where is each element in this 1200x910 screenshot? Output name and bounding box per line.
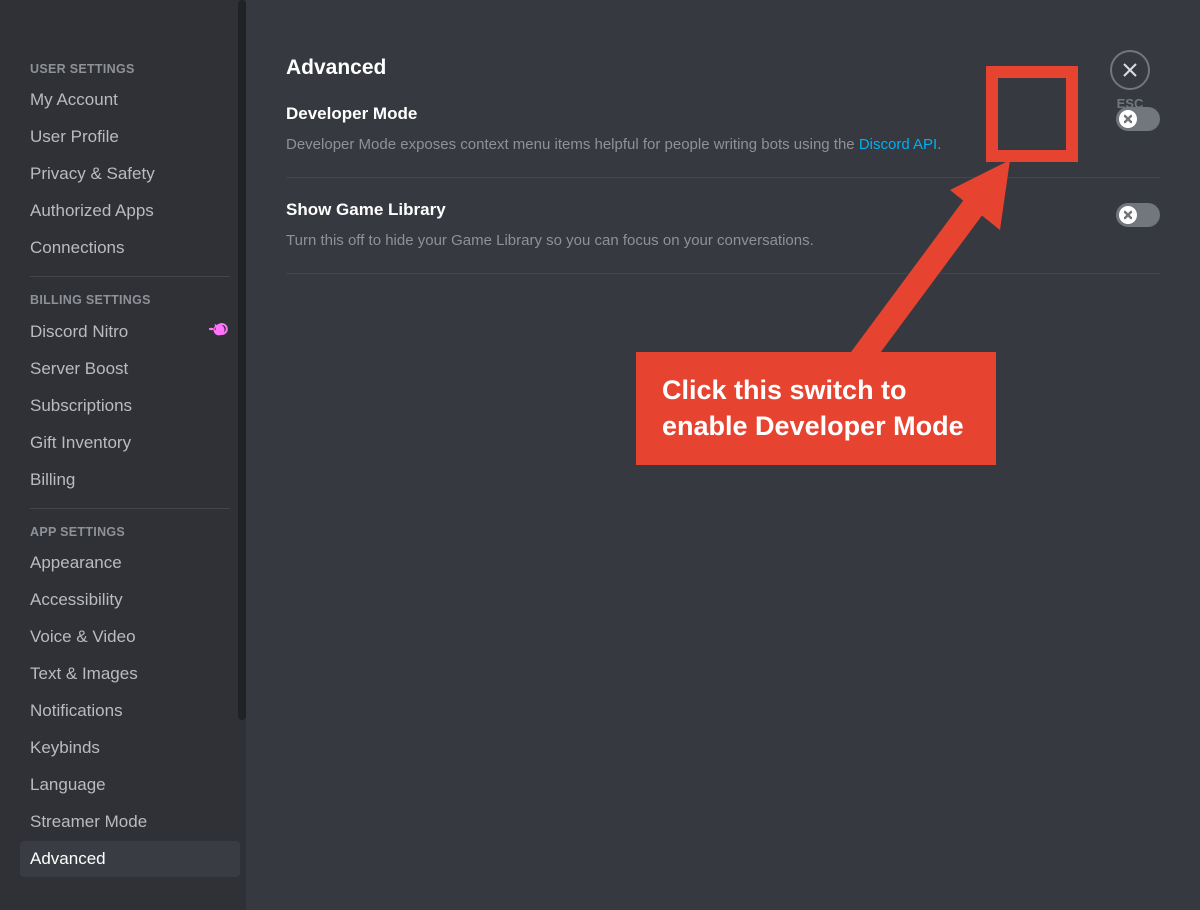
sidebar-item-connections[interactable]: Connections [20, 230, 240, 266]
section-header-billing: BILLING SETTINGS [20, 287, 240, 313]
sidebar-item-appearance[interactable]: Appearance [20, 545, 240, 581]
toggle-thumb [1119, 206, 1137, 224]
nitro-badge-icon [208, 321, 230, 342]
setting-title: Show Game Library [286, 200, 446, 220]
sidebar-item-gift-inventory[interactable]: Gift Inventory [20, 425, 240, 461]
sidebar-item-notifications[interactable]: Notifications [20, 693, 240, 729]
close-icon [1123, 114, 1133, 124]
scrollbar[interactable] [238, 0, 246, 720]
settings-sidebar: USER SETTINGS My Account User Profile Pr… [0, 0, 246, 910]
sidebar-item-billing[interactable]: Billing [20, 462, 240, 498]
section-header-app: APP SETTINGS [20, 519, 240, 545]
sidebar-item-keybinds[interactable]: Keybinds [20, 730, 240, 766]
sidebar-item-advanced[interactable]: Advanced [20, 841, 240, 877]
close-label: ESC [1117, 96, 1144, 111]
sidebar-item-user-profile[interactable]: User Profile [20, 119, 240, 155]
sidebar-item-discord-nitro[interactable]: Discord Nitro [20, 313, 240, 350]
sidebar-item-privacy-safety[interactable]: Privacy & Safety [20, 156, 240, 192]
annotation-arrow-icon [830, 150, 1030, 370]
annotation-callout: Click this switch to enable Developer Mo… [636, 352, 996, 465]
show-game-library-toggle[interactable] [1116, 203, 1160, 227]
annotation-highlight-box [986, 66, 1078, 162]
close-button[interactable] [1110, 50, 1150, 90]
sidebar-item-subscriptions[interactable]: Subscriptions [20, 388, 240, 424]
sidebar-item-language[interactable]: Language [20, 767, 240, 803]
sidebar-item-voice-video[interactable]: Voice & Video [20, 619, 240, 655]
close-icon [1123, 210, 1133, 220]
sidebar-item-server-boost[interactable]: Server Boost [20, 351, 240, 387]
sidebar-item-text-images[interactable]: Text & Images [20, 656, 240, 692]
section-header-user: USER SETTINGS [20, 56, 240, 82]
sidebar-item-my-account[interactable]: My Account [20, 82, 240, 118]
divider [30, 276, 230, 277]
setting-title: Developer Mode [286, 104, 417, 124]
toggle-thumb [1119, 110, 1137, 128]
sidebar-item-streamer-mode[interactable]: Streamer Mode [20, 804, 240, 840]
close-icon [1121, 61, 1139, 79]
divider [30, 508, 230, 509]
sidebar-item-authorized-apps[interactable]: Authorized Apps [20, 193, 240, 229]
close-area: ESC [1110, 50, 1150, 111]
sidebar-item-accessibility[interactable]: Accessibility [20, 582, 240, 618]
